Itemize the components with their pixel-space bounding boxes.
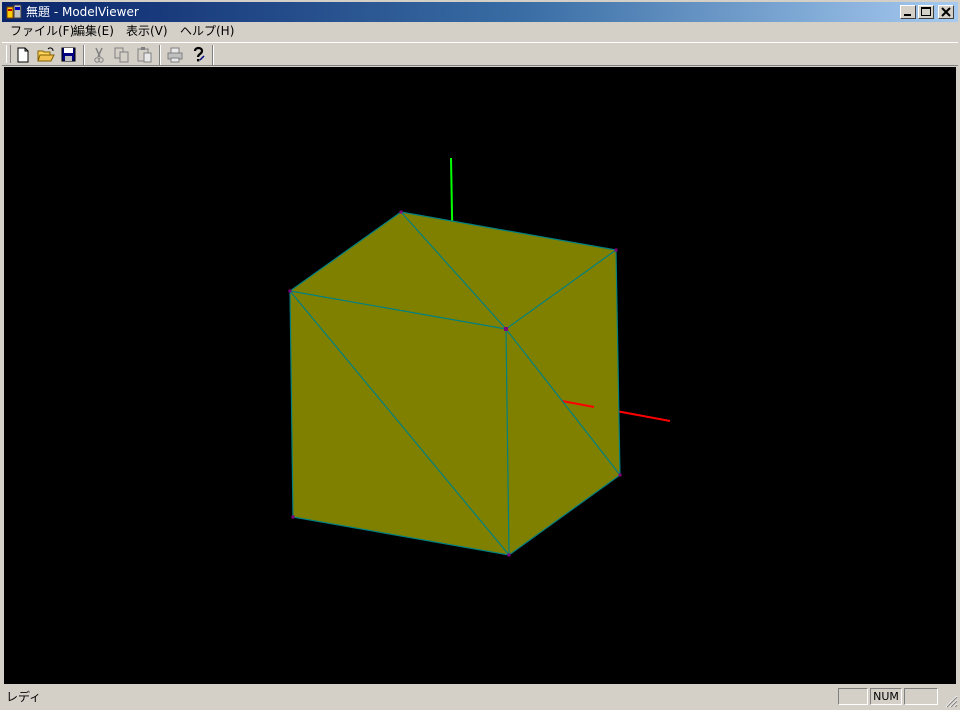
cube-vertex <box>618 473 622 477</box>
toolbar-separator <box>212 45 214 65</box>
menu-file[interactable]: ファイル(F) <box>10 24 74 38</box>
paste-icon <box>137 47 152 63</box>
window-title: 無題 - ModelViewer <box>26 5 139 19</box>
copy-button[interactable] <box>111 45 133 65</box>
paste-button[interactable] <box>134 45 156 65</box>
cut-icon <box>94 47 104 63</box>
print-icon <box>167 47 183 63</box>
close-icon <box>941 7 951 17</box>
menu-view[interactable]: 表示(V) <box>126 24 168 38</box>
print-button[interactable] <box>164 45 186 65</box>
cube-vertex <box>288 289 292 293</box>
cube-vertex <box>504 327 508 331</box>
minimize-button[interactable] <box>900 5 916 19</box>
cube-model[interactable] <box>288 210 622 557</box>
cube-vertex <box>614 248 618 252</box>
cube-vertex <box>507 553 511 557</box>
save-icon <box>61 47 76 62</box>
app-window: 無題 - ModelViewer ファイル(F) 編集(E) 表示(V) ヘルプ… <box>0 0 960 710</box>
help-button[interactable] <box>187 45 209 65</box>
new-button[interactable] <box>12 45 34 65</box>
cut-button[interactable] <box>88 45 110 65</box>
menu-edit[interactable]: 編集(E) <box>73 24 114 38</box>
new-file-icon <box>17 47 29 63</box>
model-viewport[interactable] <box>4 67 956 684</box>
help-icon <box>193 46 205 62</box>
status-bar: レディ NUM <box>2 686 958 708</box>
resize-grip-icon[interactable] <box>944 694 958 708</box>
cube-vertex <box>399 210 403 214</box>
status-panel-cap <box>838 688 868 705</box>
toolbar-grip[interactable] <box>6 45 11 63</box>
menu-bar: ファイル(F) 編集(E) 表示(V) ヘルプ(H) <box>2 22 958 40</box>
menu-help[interactable]: ヘルプ(H) <box>180 24 234 38</box>
title-bar[interactable]: 無題 - ModelViewer <box>2 2 958 22</box>
maximize-icon <box>921 7 931 16</box>
status-panel-scrl <box>904 688 938 705</box>
open-folder-icon <box>37 47 55 62</box>
app-icon[interactable] <box>6 4 22 20</box>
minimize-icon <box>904 14 911 16</box>
close-button[interactable] <box>938 5 954 19</box>
open-button[interactable] <box>35 45 57 65</box>
save-button[interactable] <box>58 45 80 65</box>
toolbar-separator <box>83 45 85 65</box>
status-text: レディ <box>6 690 42 704</box>
maximize-button[interactable] <box>918 5 934 19</box>
copy-icon <box>114 47 129 63</box>
status-panel-num: NUM <box>870 688 902 705</box>
cube-vertex <box>291 515 295 519</box>
model-canvas[interactable] <box>4 67 956 684</box>
toolbar-separator <box>159 45 161 65</box>
toolbar <box>2 42 958 66</box>
